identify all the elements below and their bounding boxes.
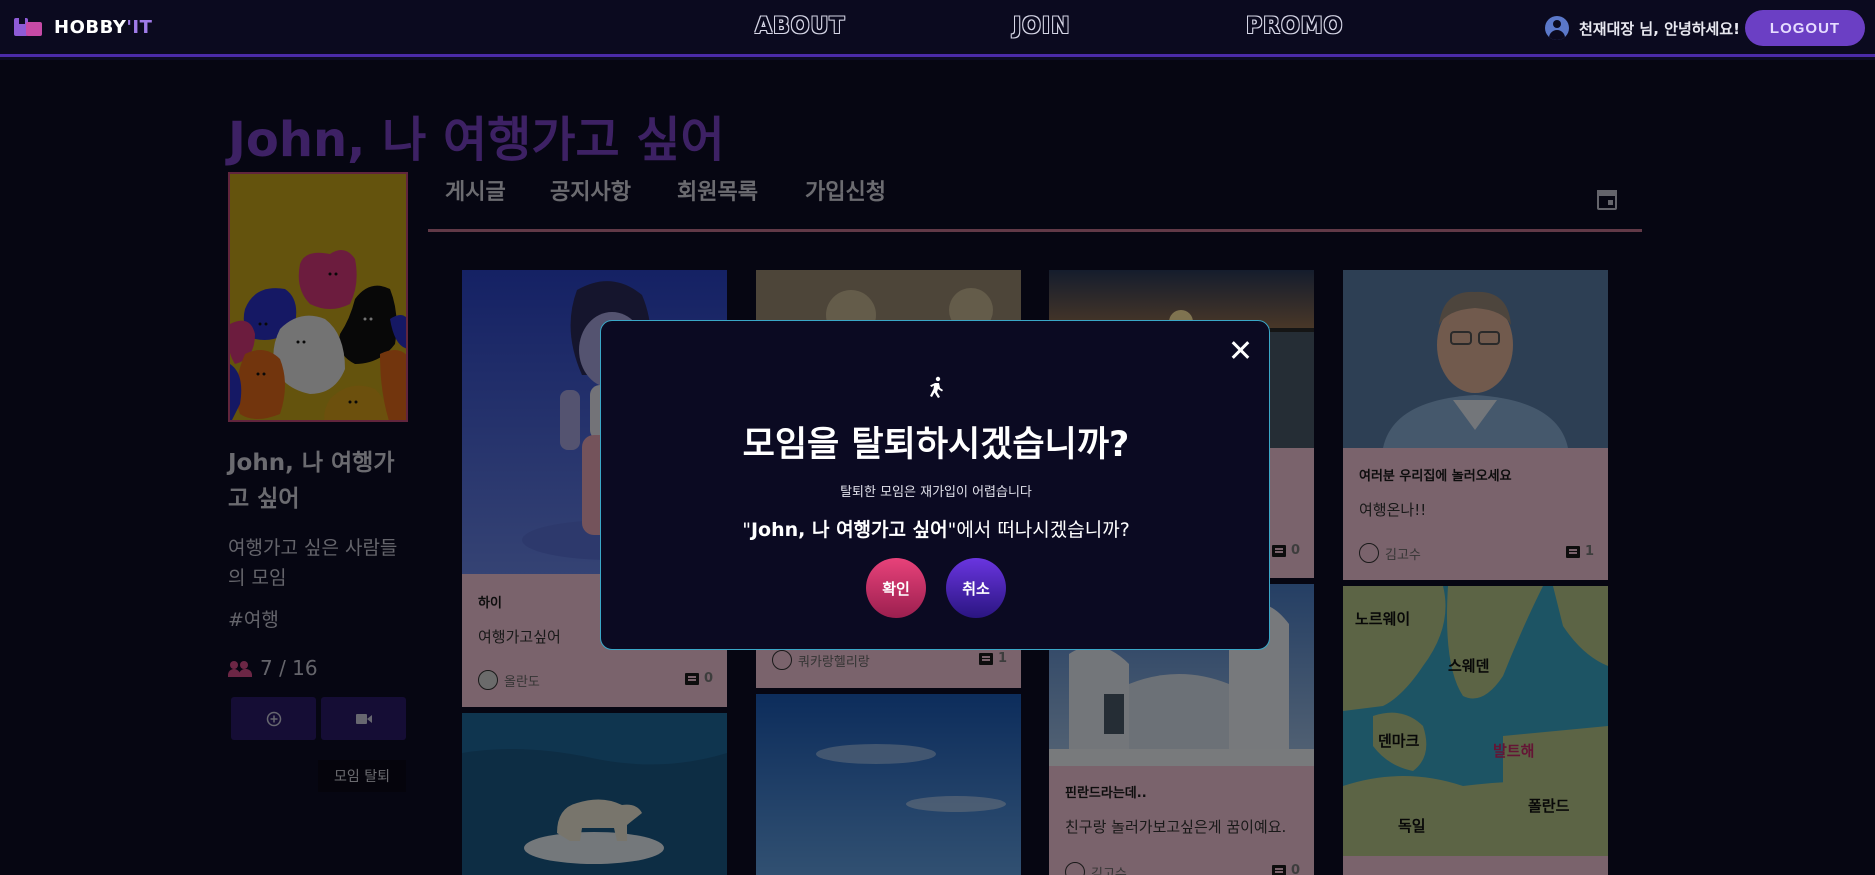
modal-subtitle: 탈퇴한 모임은 재가입이 어렵습니다 [840, 485, 1032, 500]
walking-icon [930, 376, 943, 398]
cancel-button[interactable]: 취소 [946, 558, 1006, 618]
logo-text-main: HOBBY [54, 16, 127, 38]
leave-group-modal: 모임을 탈퇴하시겠습니까? 탈퇴한 모임은 재가입이 어렵습니다 "John, … [600, 320, 1270, 650]
confirm-button[interactable]: 확인 [866, 558, 926, 618]
modal-title: 모임을 탈퇴하시겠습니까? [742, 425, 1130, 465]
close-icon[interactable] [1229, 339, 1251, 361]
logo-icon [14, 16, 46, 38]
account-circle-icon [1545, 16, 1569, 40]
modal-question-suffix: 에서 떠나시겠습니까? [956, 519, 1130, 541]
nav-link-join[interactable]: JOIN [1013, 14, 1071, 39]
user-area: 천재대장 님, 안녕하세요! [1545, 16, 1740, 40]
logout-button[interactable]: LOGOUT [1745, 10, 1865, 46]
modal-question-group: John, 나 여행가고 싶어 [750, 519, 948, 541]
user-greeting: 천재대장 님, 안녕하세요! [1579, 19, 1740, 38]
top-navbar: HOBBY'IT ABOUT JOIN PROMO 천재대장 님, 안녕하세요!… [0, 0, 1875, 57]
nav-link-promo[interactable]: PROMO [1246, 14, 1343, 39]
modal-question: "John, 나 여행가고 싶어"에서 떠나시겠습니까? [742, 519, 1130, 541]
logo[interactable]: HOBBY'IT [14, 16, 152, 38]
nav-link-about[interactable]: ABOUT [755, 14, 845, 39]
logo-text-accent: 'IT [126, 16, 153, 38]
